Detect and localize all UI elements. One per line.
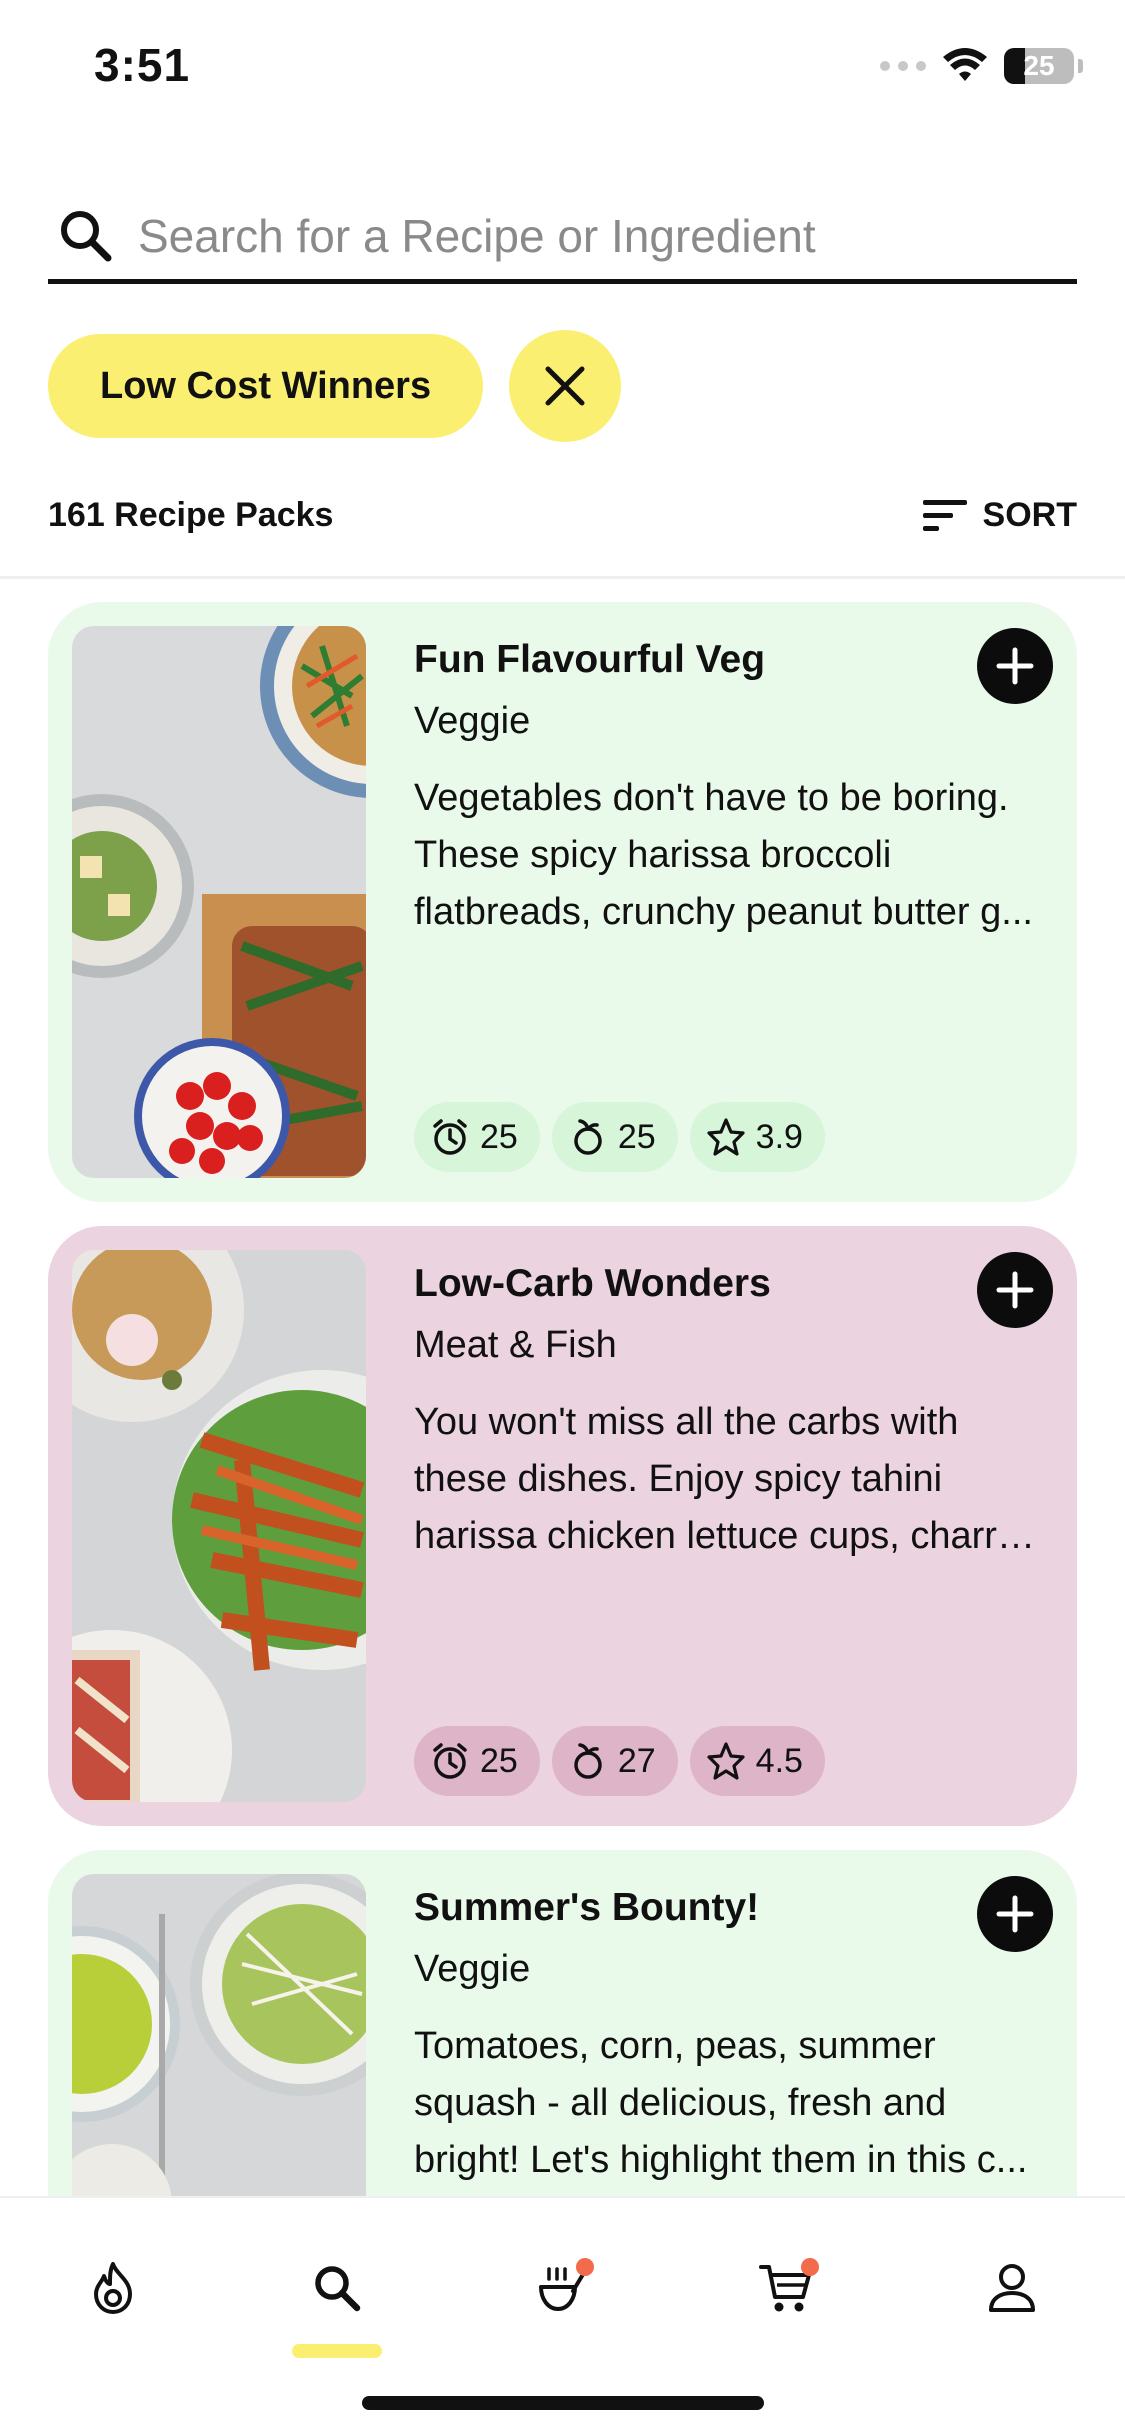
card-description-line: You won't miss all the carbs with xyxy=(414,1401,959,1443)
recipe-pack-card[interactable]: Fun Flavourful Veg Veggie Vegetables don… xyxy=(48,602,1077,1202)
nav-search[interactable] xyxy=(297,2248,377,2328)
star-icon xyxy=(707,1118,745,1156)
notification-dot xyxy=(576,2258,594,2276)
recipe-stats: 25 27 4.5 xyxy=(414,1726,825,1796)
divider xyxy=(0,576,1125,579)
sort-label: SORT xyxy=(982,496,1077,534)
search-bar[interactable] xyxy=(48,192,1077,284)
battery-level: 25 xyxy=(1023,50,1055,81)
recipe-pack-card[interactable]: Low-Carb Wonders Meat & Fish You won't m… xyxy=(48,1226,1077,1826)
wifi-icon xyxy=(943,48,987,81)
calories-value: 27 xyxy=(617,1741,656,1780)
peach-icon xyxy=(574,1743,602,1779)
sort-icon xyxy=(922,499,967,531)
close-icon xyxy=(545,366,585,406)
search-icon xyxy=(315,2266,361,2312)
card-description: You won't miss all the carbs with these … xyxy=(414,1394,1044,1565)
nav-cook[interactable] xyxy=(522,2248,602,2328)
card-description-line: These spicy harissa broccoli xyxy=(414,834,892,876)
results-header: 161 Recipe Packs SORT xyxy=(48,496,1077,535)
calories-value: 25 xyxy=(617,1117,656,1156)
calories-badge: 25 xyxy=(551,1102,678,1172)
clear-filter-button[interactable] xyxy=(509,330,622,442)
sort-button[interactable]: SORT xyxy=(922,496,1077,535)
battery-icon: 25 xyxy=(1004,48,1074,84)
calories-badge: 27 xyxy=(551,1726,678,1796)
peach-icon xyxy=(574,1119,602,1155)
prep-time-value: 25 xyxy=(480,1741,518,1780)
prep-time-value: 25 xyxy=(480,1117,518,1156)
profile-icon xyxy=(989,2264,1035,2312)
card-description-line: these dishes. Enjoy spicy tahini xyxy=(414,1458,943,1500)
notification-dot xyxy=(801,2258,819,2276)
card-title: Low-Carb Wonders xyxy=(414,1262,771,1305)
star-icon xyxy=(707,1742,745,1780)
rating-badge: 4.5 xyxy=(689,1726,825,1796)
card-description-line: Tomatoes, corn, peas, summer xyxy=(414,2025,936,2067)
card-description-line: flatbreads, crunchy peanut butter g... xyxy=(414,891,1033,933)
recipe-stats: 25 25 3.9 xyxy=(414,1102,825,1172)
home-indicator[interactable] xyxy=(362,2396,764,2410)
prep-time-badge: 25 xyxy=(414,1726,540,1796)
add-to-plan-button[interactable] xyxy=(977,628,1053,704)
card-description-line: bright! Let's highlight them in this c..… xyxy=(414,2139,1028,2181)
card-category: Veggie xyxy=(414,1948,531,1990)
rating-value: 3.9 xyxy=(755,1117,803,1156)
plus-icon xyxy=(996,647,1034,685)
card-description: Tomatoes, corn, peas, summer squash - al… xyxy=(414,2018,1044,2189)
alarm-clock-icon xyxy=(433,1119,467,1155)
card-description-line: harissa chicken lettuce cups, charre... xyxy=(414,1515,1044,1557)
nav-discover[interactable] xyxy=(73,2248,153,2328)
plus-icon xyxy=(996,1271,1034,1309)
alarm-clock-icon xyxy=(433,1743,467,1779)
add-to-plan-button[interactable] xyxy=(977,1876,1053,1952)
rating-value: 4.5 xyxy=(755,1741,803,1780)
filter-chip-low-cost[interactable]: Low Cost Winners xyxy=(48,334,484,438)
card-title: Fun Flavourful Veg xyxy=(414,638,766,681)
card-title: Summer's Bounty! xyxy=(414,1886,760,1929)
card-category: Meat & Fish xyxy=(414,1324,617,1366)
nav-cart[interactable] xyxy=(747,2248,827,2328)
recipe-pack-image xyxy=(72,1250,366,1802)
results-count: 161 Recipe Packs xyxy=(48,496,334,534)
nav-profile[interactable] xyxy=(972,2248,1052,2328)
search-input[interactable] xyxy=(138,208,1038,263)
prep-time-badge: 25 xyxy=(414,1102,540,1172)
status-bar: 3:51 25 xyxy=(0,0,1125,140)
recipe-pack-image xyxy=(72,626,366,1178)
filter-chips: Low Cost Winners xyxy=(48,330,622,442)
signal-icon xyxy=(880,61,926,71)
rating-badge: 3.9 xyxy=(689,1102,825,1172)
plus-icon xyxy=(996,1895,1034,1933)
card-category: Veggie xyxy=(414,700,531,742)
card-description-line: Vegetables don't have to be boring. xyxy=(414,777,1009,819)
card-description: Vegetables don't have to be boring. Thes… xyxy=(414,770,1044,941)
add-to-plan-button[interactable] xyxy=(977,1252,1053,1328)
status-time: 3:51 xyxy=(94,39,191,91)
card-description-line: squash - all delicious, fresh and xyxy=(414,2082,947,2124)
status-icons: 25 xyxy=(880,48,1083,84)
search-icon xyxy=(61,210,112,261)
active-tab-indicator xyxy=(292,2344,382,2358)
flame-icon xyxy=(94,2262,132,2314)
